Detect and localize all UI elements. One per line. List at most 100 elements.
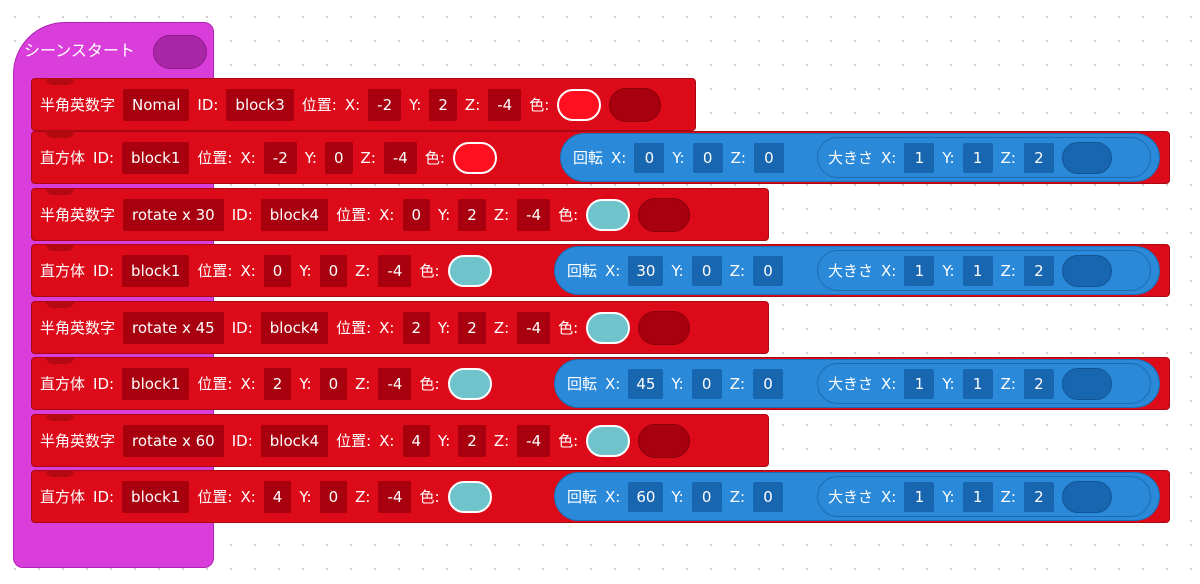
x-field[interactable]: 0 bbox=[402, 198, 431, 231]
size-block[interactable]: 大きさ X: 1 Y: 1 Z: 2 bbox=[817, 137, 1151, 178]
empty-input-slot[interactable] bbox=[638, 310, 691, 345]
size-x-field[interactable]: 1 bbox=[904, 142, 935, 173]
size-z-field[interactable]: 2 bbox=[1023, 481, 1054, 512]
z-field[interactable]: -4 bbox=[517, 311, 551, 344]
size-block[interactable]: 大きさ X: 1 Y: 1 Z: 2 bbox=[817, 250, 1151, 291]
id-label: ID: bbox=[93, 261, 115, 280]
z-field[interactable]: -4 bbox=[488, 88, 522, 121]
size-z-field[interactable]: 2 bbox=[1023, 142, 1054, 173]
text-field[interactable]: rotate x 60 bbox=[123, 424, 224, 457]
empty-input-slot[interactable] bbox=[609, 87, 662, 122]
size-input-slot[interactable] bbox=[1061, 141, 1112, 174]
size-block[interactable]: 大きさ X: 1 Y: 1 Z: 2 bbox=[817, 363, 1151, 404]
cuboid-block-row[interactable]: 直方体 ID: block1 位置: X: -2 Y: 0 Z: -4 色: 回… bbox=[31, 131, 1170, 184]
x-label: X: bbox=[240, 148, 256, 167]
size-y-field[interactable]: 1 bbox=[962, 255, 993, 286]
color-swatch[interactable] bbox=[447, 254, 492, 287]
text-block-row[interactable]: 半角英数字 rotate x 30 ID: block4 位置: X: 0 Y:… bbox=[31, 188, 769, 241]
x-field[interactable]: 4 bbox=[263, 480, 292, 513]
x-field[interactable]: 4 bbox=[402, 424, 431, 457]
x-field[interactable]: -2 bbox=[368, 88, 402, 121]
rot-z-label: Z: bbox=[729, 374, 746, 393]
rot-z-field[interactable]: 0 bbox=[753, 368, 784, 399]
z-field[interactable]: -4 bbox=[378, 254, 412, 287]
size-input-slot[interactable] bbox=[1061, 480, 1112, 513]
color-swatch[interactable] bbox=[452, 141, 497, 174]
x-field[interactable]: 2 bbox=[402, 311, 431, 344]
color-swatch[interactable] bbox=[447, 367, 492, 400]
size-z-field[interactable]: 2 bbox=[1023, 255, 1054, 286]
text-block-row[interactable]: 半角英数字 rotate x 60 ID: block4 位置: X: 4 Y:… bbox=[31, 414, 769, 467]
rot-y-field[interactable]: 0 bbox=[691, 481, 722, 512]
id-field[interactable]: block1 bbox=[122, 367, 190, 400]
color-swatch[interactable] bbox=[586, 424, 631, 457]
y-field[interactable]: 2 bbox=[458, 311, 486, 344]
id-field[interactable]: block1 bbox=[122, 480, 190, 513]
z-field[interactable]: -4 bbox=[378, 480, 412, 513]
cuboid-block-row[interactable]: 直方体 ID: block1 位置: X: 0 Y: 0 Z: -4 色: 回転… bbox=[31, 244, 1170, 297]
size-x-field[interactable]: 1 bbox=[904, 255, 935, 286]
text-field[interactable]: rotate x 45 bbox=[123, 311, 224, 344]
id-field[interactable]: block4 bbox=[260, 198, 329, 231]
x-field[interactable]: 2 bbox=[263, 367, 292, 400]
id-field[interactable]: block1 bbox=[122, 254, 190, 287]
x-field[interactable]: 0 bbox=[263, 254, 292, 287]
size-x-field[interactable]: 1 bbox=[904, 481, 935, 512]
hat-input-slot[interactable] bbox=[153, 35, 207, 69]
size-y-field[interactable]: 1 bbox=[962, 368, 993, 399]
empty-input-slot[interactable] bbox=[638, 423, 691, 458]
size-y-field[interactable]: 1 bbox=[962, 481, 993, 512]
rot-y-field[interactable]: 0 bbox=[692, 142, 723, 173]
rot-y-field[interactable]: 0 bbox=[691, 255, 722, 286]
rot-z-field[interactable]: 0 bbox=[753, 481, 784, 512]
text-field[interactable]: Nomal bbox=[123, 88, 190, 121]
size-x-field[interactable]: 1 bbox=[904, 368, 935, 399]
y-field[interactable]: 0 bbox=[319, 254, 348, 287]
x-field[interactable]: -2 bbox=[263, 141, 297, 174]
rot-z-field[interactable]: 0 bbox=[753, 255, 784, 286]
cuboid-block-row[interactable]: 直方体 ID: block1 位置: X: 2 Y: 0 Z: -4 色: 回転… bbox=[31, 357, 1170, 410]
text-field[interactable]: rotate x 30 bbox=[123, 198, 224, 231]
text-block-row[interactable]: 半角英数字 rotate x 45 ID: block4 位置: X: 2 Y:… bbox=[31, 301, 769, 354]
rot-x-field[interactable]: 0 bbox=[634, 142, 665, 173]
id-field[interactable]: block4 bbox=[260, 424, 329, 457]
y-field[interactable]: 0 bbox=[319, 367, 348, 400]
rot-x-field[interactable]: 30 bbox=[628, 255, 664, 286]
size-input-slot[interactable] bbox=[1061, 367, 1112, 400]
rot-x-field[interactable]: 45 bbox=[628, 368, 664, 399]
id-field[interactable]: block4 bbox=[260, 311, 329, 344]
x-label: X: bbox=[240, 261, 256, 280]
rotation-block[interactable]: 回転 X: 60 Y: 0 Z: 0 大きさ X: 1 Y: 1 Z: 2 bbox=[554, 472, 1160, 521]
y-field[interactable]: 0 bbox=[319, 480, 348, 513]
id-field[interactable]: block1 bbox=[122, 141, 190, 174]
empty-input-slot[interactable] bbox=[638, 197, 691, 232]
color-swatch[interactable] bbox=[557, 88, 602, 121]
size-block[interactable]: 大きさ X: 1 Y: 1 Z: 2 bbox=[817, 476, 1151, 517]
size-z-field[interactable]: 2 bbox=[1023, 368, 1054, 399]
y-field[interactable]: 2 bbox=[458, 424, 486, 457]
position-label: 位置: bbox=[197, 262, 233, 280]
y-field[interactable]: 0 bbox=[325, 141, 353, 174]
rot-x-field[interactable]: 60 bbox=[628, 481, 664, 512]
z-field[interactable]: -4 bbox=[378, 367, 412, 400]
z-field[interactable]: -4 bbox=[517, 424, 551, 457]
y-field[interactable]: 2 bbox=[458, 198, 486, 231]
rotation-block[interactable]: 回転 X: 30 Y: 0 Z: 0 大きさ X: 1 Y: 1 Z: 2 bbox=[554, 246, 1160, 295]
rotation-block[interactable]: 回転 X: 0 Y: 0 Z: 0 大きさ X: 1 Y: 1 Z: 2 bbox=[560, 133, 1160, 182]
text-block-row[interactable]: 半角英数字 Nomal ID: block3 位置: X: -2 Y: 2 Z:… bbox=[31, 78, 696, 131]
color-swatch[interactable] bbox=[586, 311, 631, 344]
id-field[interactable]: block3 bbox=[226, 88, 294, 121]
rotation-label: 回転 bbox=[567, 375, 598, 393]
rotation-block[interactable]: 回転 X: 45 Y: 0 Z: 0 大きさ X: 1 Y: 1 Z: 2 bbox=[554, 359, 1160, 408]
z-field[interactable]: -4 bbox=[517, 198, 551, 231]
rot-y-field[interactable]: 0 bbox=[691, 368, 722, 399]
rot-x-label: X: bbox=[605, 374, 621, 393]
size-input-slot[interactable] bbox=[1061, 254, 1112, 287]
cuboid-block-row[interactable]: 直方体 ID: block1 位置: X: 4 Y: 0 Z: -4 色: 回転… bbox=[31, 470, 1170, 523]
rot-z-field[interactable]: 0 bbox=[753, 142, 784, 173]
size-y-field[interactable]: 1 bbox=[962, 142, 993, 173]
color-swatch[interactable] bbox=[447, 480, 492, 513]
color-swatch[interactable] bbox=[586, 198, 631, 231]
y-field[interactable]: 2 bbox=[429, 88, 457, 121]
z-field[interactable]: -4 bbox=[383, 141, 417, 174]
